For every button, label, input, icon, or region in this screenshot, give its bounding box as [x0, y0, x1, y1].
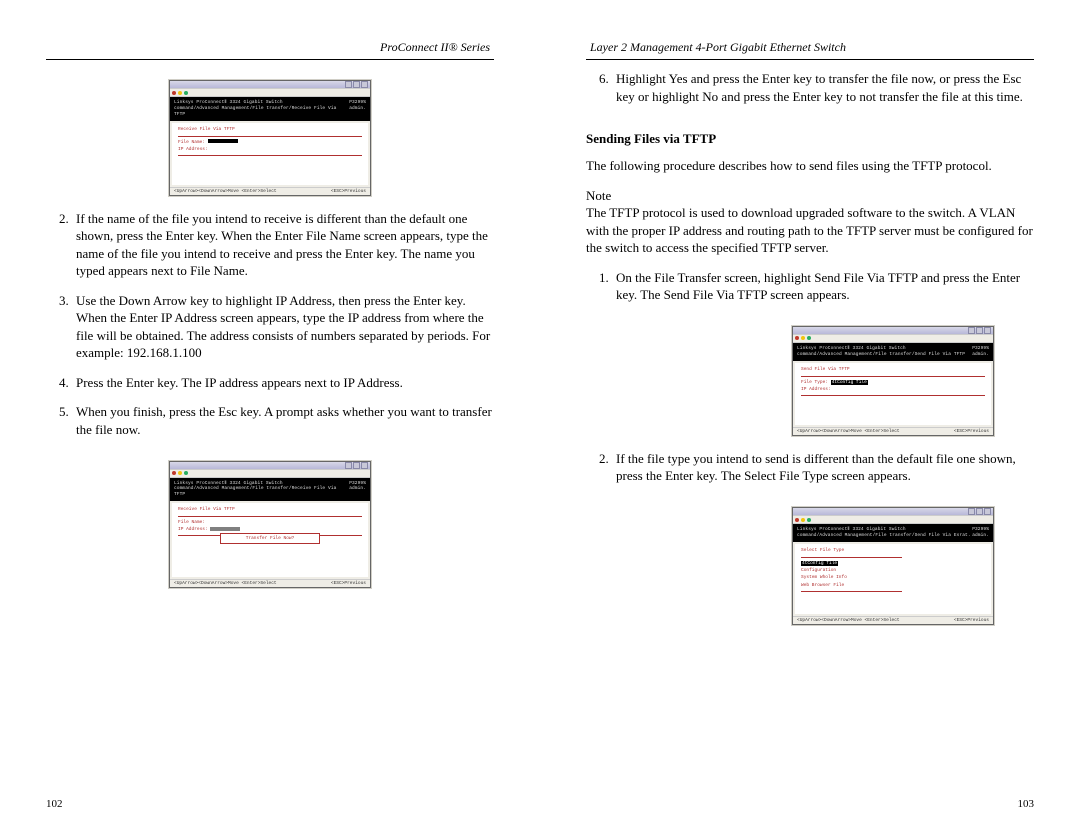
- instruction-list-after-fig3: If the file type you intend to send is d…: [586, 450, 1034, 497]
- header-rule: [46, 59, 494, 60]
- page-number: 103: [1018, 798, 1035, 810]
- content-heading: Receive File Via TFTP: [178, 507, 362, 512]
- instruction-item: Use the Down Arrow key to highlight IP A…: [72, 292, 494, 362]
- window-titlebar: [793, 508, 993, 515]
- window-content: Select File Type 4tConfig file Configura…: [795, 544, 991, 614]
- figure-receive-tftp-1: Linksys ProConnectⅡ 3324 Gigabit SwitchP…: [46, 80, 494, 196]
- status-bar: <UpArrow><DownArrow>Move <Enter>Select <…: [793, 616, 993, 624]
- status-right: <ESC>Previous: [331, 581, 366, 586]
- note-label: Note: [586, 188, 611, 203]
- instruction-list-left: If the name of the file you intend to re…: [46, 210, 494, 451]
- content-heading: Select File Type: [801, 548, 985, 553]
- breadcrumb: command/Advanced Management/File transfe…: [174, 486, 349, 498]
- menu-item: Web Browser File: [801, 582, 902, 589]
- content-heading: Send File Via TFTP: [801, 367, 985, 372]
- window-header-dark: Linksys ProConnectⅡ 3324 Gigabit SwitchP…: [170, 478, 370, 502]
- instruction-item: Highlight Yes and press the Enter key to…: [612, 70, 1034, 105]
- menu-item: System Whole Info: [801, 574, 902, 581]
- figure-receive-tftp-2: Linksys ProConnectⅡ 3324 Gigabit SwitchP…: [46, 461, 494, 589]
- status-left: <UpArrow><DownArrow>Move <Enter>Select: [797, 429, 900, 434]
- window: Linksys ProConnectⅡ 3324 Gigabit SwitchP…: [792, 507, 994, 625]
- field-ip-address-value: [210, 527, 240, 531]
- figure-send-tftp: Linksys ProConnectⅡ 3324 Gigabit SwitchP…: [586, 326, 1034, 436]
- field-file-type-label: File Type:: [801, 380, 828, 385]
- field-file-name-value: [208, 139, 238, 143]
- header-left: ProConnect II® Series: [46, 40, 494, 55]
- intro-paragraph: The following procedure describes how to…: [586, 157, 1034, 175]
- window-toolbar: [170, 469, 370, 478]
- instruction-list-top: Highlight Yes and press the Enter key to…: [586, 70, 1034, 117]
- page-right: Layer 2 Management 4-Port Gigabit Ethern…: [540, 0, 1080, 834]
- instruction-item: If the file type you intend to send is d…: [612, 450, 1034, 485]
- window-titlebar: [793, 327, 993, 334]
- window: Linksys ProConnectⅡ 3324 Gigabit SwitchP…: [169, 80, 371, 196]
- breadcrumb: command/Advanced Management/File transfe…: [797, 352, 965, 358]
- status-right: <ESC>Previous: [954, 618, 989, 623]
- status-left: <UpArrow><DownArrow>Move <Enter>Select: [174, 189, 277, 194]
- figure-select-file-type: Linksys ProConnectⅡ 3324 Gigabit SwitchP…: [586, 507, 1034, 625]
- header-right: Layer 2 Management 4-Port Gigabit Ethern…: [586, 40, 1034, 55]
- window: Linksys ProConnectⅡ 3324 Gigabit SwitchP…: [169, 461, 371, 589]
- page-left: ProConnect II® Series Linksys ProConnect…: [0, 0, 540, 834]
- window-toolbar: [793, 334, 993, 343]
- window-header-dark: Linksys ProConnectⅡ 3324 Gigabit SwitchP…: [793, 524, 993, 542]
- window-titlebar: [170, 462, 370, 469]
- page-number: 102: [46, 798, 63, 810]
- window-content: Send File Via TFTP File Type: 4tConfig f…: [795, 363, 991, 425]
- instruction-item: Press the Enter key. The IP address appe…: [72, 374, 494, 392]
- instruction-item: If the name of the file you intend to re…: [72, 210, 494, 280]
- menu-item-selected: 4tConfig file: [801, 561, 838, 566]
- status-right: <ESC>Previous: [954, 429, 989, 434]
- field-file-type-value: 4tConfig file: [831, 380, 868, 385]
- status-bar: <UpArrow><DownArrow>Move <Enter>Select <…: [170, 579, 370, 587]
- breadcrumb: command/Advanced Management/File transfe…: [797, 533, 971, 539]
- transfer-dialog: Transfer File Now?: [220, 533, 320, 544]
- breadcrumb: command/Advanced Management/File transfe…: [174, 106, 349, 118]
- status-right: <ESC>Previous: [331, 189, 366, 194]
- window-toolbar: [793, 515, 993, 524]
- status-bar: <UpArrow><DownArrow>Move <Enter>Select <…: [793, 427, 993, 435]
- header-right-2: admin.: [349, 486, 366, 498]
- window-toolbar: [170, 88, 370, 97]
- window-content: Receive File Via TFTP File Name: IP Addr…: [172, 123, 368, 185]
- field-ip-address-label: IP Address:: [178, 147, 208, 152]
- instruction-list-mid: On the File Transfer screen, highlight S…: [586, 269, 1034, 316]
- window-titlebar: [170, 81, 370, 88]
- menu-item: Configuration: [801, 567, 902, 574]
- note-body: The TFTP protocol is used to download up…: [586, 205, 1033, 255]
- instruction-item: When you finish, press the Esc key. A pr…: [72, 403, 494, 438]
- field-ip-address-label: IP Address:: [178, 527, 208, 532]
- window: Linksys ProConnectⅡ 3324 Gigabit SwitchP…: [792, 326, 994, 436]
- status-left: <UpArrow><DownArrow>Move <Enter>Select: [797, 618, 900, 623]
- window-header-dark: Linksys ProConnectⅡ 3324 Gigabit SwitchP…: [170, 97, 370, 121]
- header-right-2: admin.: [972, 352, 989, 358]
- status-left: <UpArrow><DownArrow>Move <Enter>Select: [174, 581, 277, 586]
- window-header-dark: Linksys ProConnectⅡ 3324 Gigabit SwitchP…: [793, 343, 993, 361]
- field-ip-address-label: IP Address:: [801, 387, 831, 392]
- instruction-item: On the File Transfer screen, highlight S…: [612, 269, 1034, 304]
- header-right-2: admin.: [972, 533, 989, 539]
- field-file-name-label: File Name:: [178, 520, 205, 525]
- section-title: Sending Files via TFTP: [586, 131, 1034, 147]
- status-bar: <UpArrow><DownArrow>Move <Enter>Select <…: [170, 187, 370, 195]
- header-rule: [586, 59, 1034, 60]
- note-block: Note The TFTP protocol is used to downlo…: [586, 187, 1034, 257]
- field-file-name-label: File Name:: [178, 140, 205, 145]
- window-content: Receive File Via TFTP File Name: IP Addr…: [172, 503, 368, 577]
- content-heading: Receive File Via TFTP: [178, 127, 362, 132]
- header-right-2: admin.: [349, 106, 366, 118]
